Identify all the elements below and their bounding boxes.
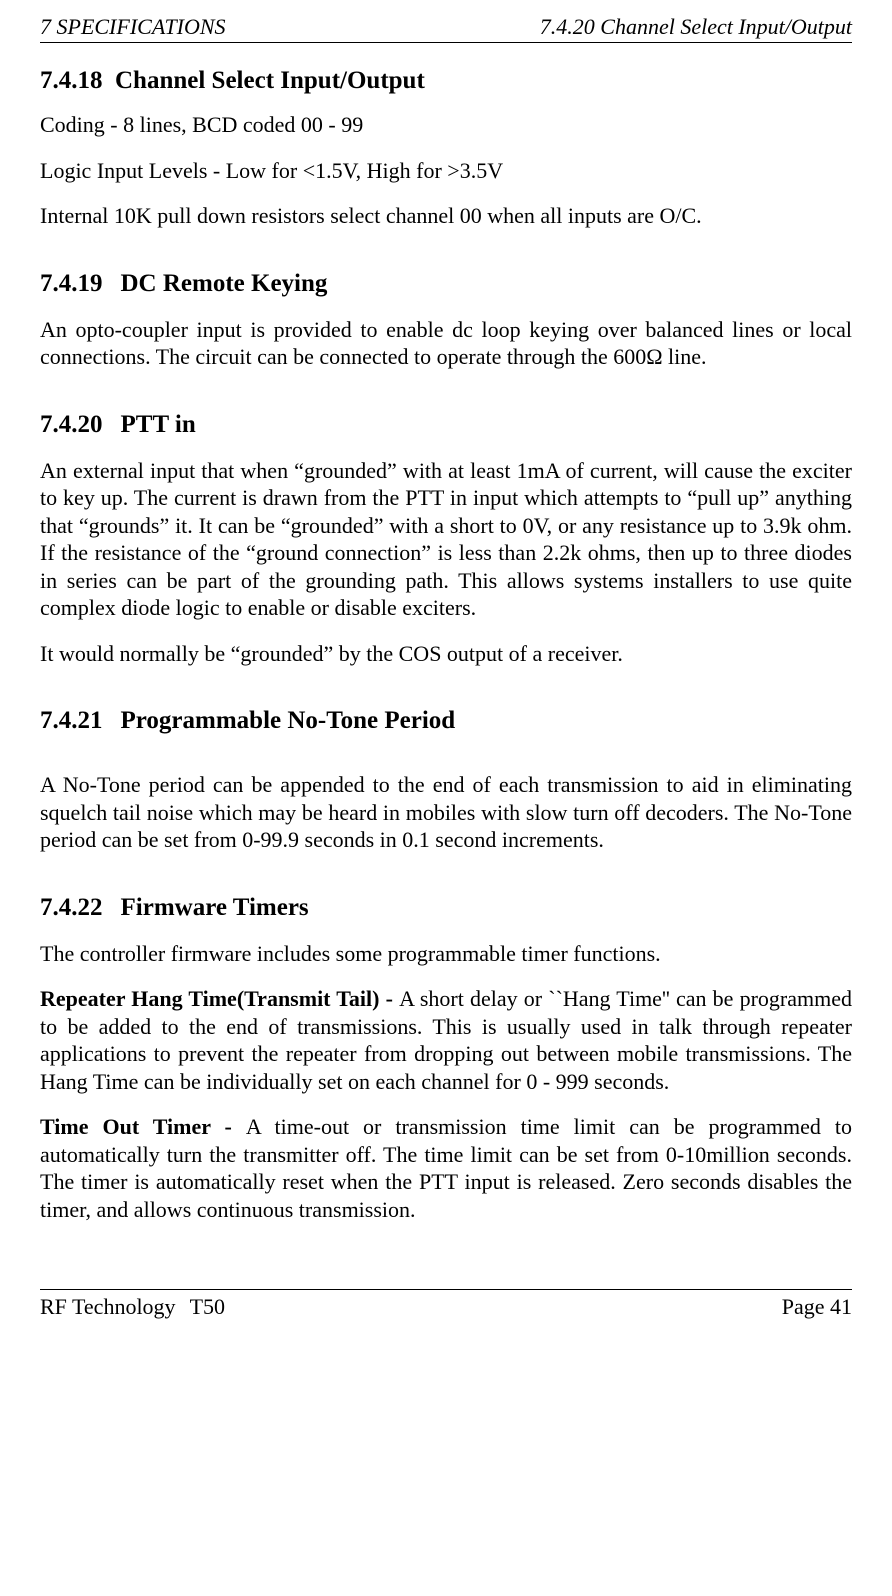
section-7-4-18: 7.4.18 Channel Select Input/Output Codin… — [40, 67, 852, 230]
para-7-4-22-1: The controller firmware includes some pr… — [40, 940, 852, 968]
heading-7-4-22: 7.4.22 Firmware Timers — [40, 894, 852, 922]
heading-num: 7.4.21 — [40, 707, 103, 735]
heading-title: Programmable No-Tone Period — [121, 707, 456, 734]
footer-left-a: RF Technology — [40, 1294, 176, 1319]
footer-right: Page 41 — [782, 1294, 852, 1320]
para-7-4-20-1: An external input that when “grounded” w… — [40, 457, 852, 622]
para-7-4-18-1: Coding - 8 lines, BCD coded 00 - 99 — [40, 111, 852, 139]
heading-7-4-18: 7.4.18 Channel Select Input/Output — [40, 67, 852, 95]
para-7-4-18-2: Logic Input Levels - Low for <1.5V, High… — [40, 157, 852, 185]
header-rule — [40, 42, 852, 43]
heading-num: 7.4.20 — [40, 411, 103, 439]
para-7-4-18-3: Internal 10K pull down resistors select … — [40, 202, 852, 230]
heading-num: 7.4.19 — [40, 270, 103, 298]
heading-title: PTT in — [121, 411, 196, 438]
label-repeater-hang-time: Repeater Hang Time(Transmit Tail) - — [40, 986, 399, 1011]
heading-title: Firmware Timers — [121, 894, 309, 921]
footer-left: RF Technology T50 — [40, 1294, 225, 1320]
header-right: 7.4.20 Channel Select Input/Output — [540, 14, 852, 40]
section-7-4-21: 7.4.21 Programmable No-Tone Period A No-T… — [40, 707, 852, 854]
footer-left-b: T50 — [190, 1294, 225, 1319]
footer-rule — [40, 1289, 852, 1290]
running-footer: RF Technology T50 Page 41 — [40, 1294, 852, 1340]
para-7-4-20-2: It would normally be “grounded” by the C… — [40, 640, 852, 668]
heading-7-4-21: 7.4.21 Programmable No-Tone Period — [40, 707, 852, 735]
section-7-4-22: 7.4.22 Firmware Timers The controller fir… — [40, 894, 852, 1224]
para-7-4-22-2: Repeater Hang Time(Transmit Tail) - A sh… — [40, 985, 852, 1095]
para-7-4-22-3: Time Out Timer - A time-out or transmiss… — [40, 1113, 852, 1223]
heading-num: 7.4.22 — [40, 894, 103, 922]
section-7-4-20: 7.4.20 PTT in An external input that when… — [40, 411, 852, 668]
heading-7-4-19: 7.4.19 DC Remote Keying — [40, 270, 852, 298]
heading-num: 7.4.18 — [40, 67, 103, 95]
heading-7-4-20: 7.4.20 PTT in — [40, 411, 852, 439]
heading-title: DC Remote Keying — [121, 270, 328, 297]
page: 7 SPECIFICATIONS 7.4.20 Channel Select I… — [0, 0, 892, 1596]
heading-title: Channel Select Input/Output — [115, 67, 425, 94]
running-header: 7 SPECIFICATIONS 7.4.20 Channel Select I… — [40, 0, 852, 40]
section-7-4-19: 7.4.19 DC Remote Keying An opto-coupler i… — [40, 270, 852, 371]
para-7-4-21-1: A No-Tone period can be appended to the … — [40, 771, 852, 854]
header-left: 7 SPECIFICATIONS — [40, 14, 226, 40]
label-time-out-timer: Time Out Timer - — [40, 1114, 246, 1139]
para-7-4-19-1: An opto-coupler input is provided to ena… — [40, 316, 852, 371]
